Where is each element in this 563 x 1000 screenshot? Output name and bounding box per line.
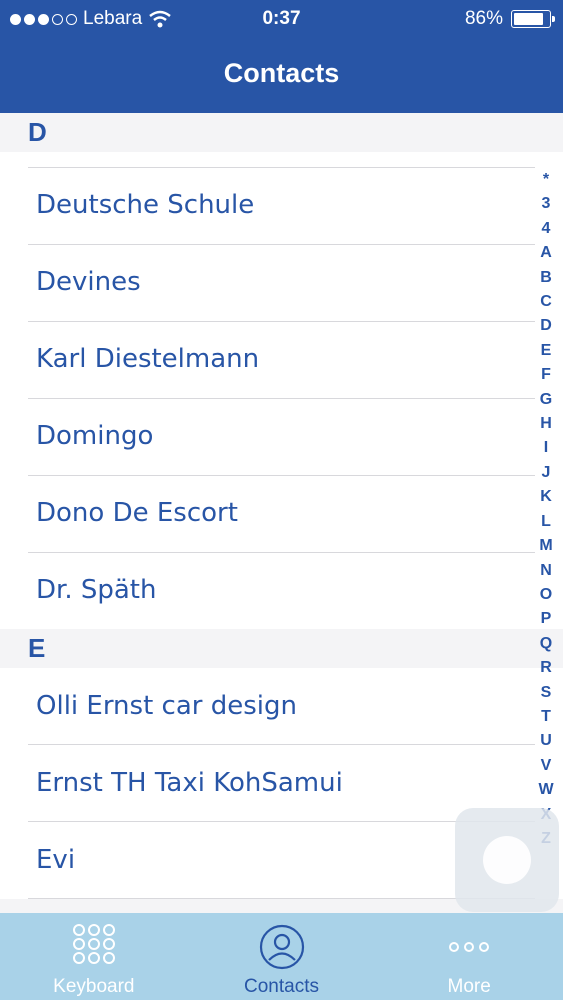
contact-row[interactable]: Karl Diestelmann [0,321,563,398]
tab-bar: Keyboard Contacts More [0,913,563,1000]
index-letter[interactable]: M [535,534,557,558]
index-letter[interactable]: E [535,339,557,363]
index-letter[interactable]: 3 [535,192,557,216]
tab-keyboard[interactable]: Keyboard [0,913,188,1000]
index-letter[interactable]: K [535,485,557,509]
index-letter[interactable]: L [535,510,557,534]
index-letter[interactable]: T [535,705,557,729]
page-title: Contacts [223,58,340,88]
index-letter[interactable]: G [535,388,557,412]
index-letter[interactable]: O [535,583,557,607]
contact-row[interactable]: Dono De Escort [0,475,563,552]
index-letter[interactable]: 4 [535,217,557,241]
tab-contacts[interactable]: Contacts [188,913,376,1000]
battery-icon [511,10,555,28]
index-letter[interactable]: R [535,656,557,680]
contact-row[interactable]: Deutsche Schule [0,167,563,244]
index-letter[interactable]: P [535,607,557,631]
contact-row[interactable]: Devines [0,244,563,321]
index-letter[interactable]: B [535,266,557,290]
contacts-icon [259,924,304,970]
index-letter[interactable]: W [535,778,557,802]
status-bar: Lebara 0:37 86% [0,0,563,36]
index-letter[interactable]: Q [535,632,557,656]
index-letter[interactable]: C [535,290,557,314]
more-icon [449,942,490,952]
index-letter[interactable]: F [535,363,557,387]
index-letter[interactable]: J [535,461,557,485]
battery-percent: 86% [464,8,503,29]
contacts-list[interactable]: D Deutsche Schule Devines Karl Diestelma… [0,113,563,913]
section-header-e: E [0,629,563,668]
index-letter[interactable]: A [535,241,557,265]
section-header-d: D [0,113,563,152]
index-letter[interactable]: V [535,754,557,778]
index-letter[interactable]: * [535,168,557,192]
header: Lebara 0:37 86% Contacts [0,0,563,113]
contact-row[interactable]: Dr. Späth [0,552,563,629]
index-letter[interactable]: N [535,559,557,583]
index-letter[interactable]: D [535,314,557,338]
section-index[interactable]: *34ABCDEFGHIJKLMNOPQRSTUVWXZ [535,168,557,851]
contact-row[interactable]: Olli Ernst car design [0,668,563,745]
keypad-icon [72,924,115,964]
assistive-touch-button[interactable] [455,808,559,912]
assistive-touch-icon [483,836,531,884]
index-letter[interactable]: U [535,729,557,753]
tab-more[interactable]: More [375,913,563,1000]
index-letter[interactable]: I [535,436,557,460]
index-letter[interactable]: H [535,412,557,436]
contact-row[interactable]: Domingo [0,398,563,475]
tab-label: Contacts [244,976,319,997]
tab-label: More [447,976,491,997]
index-letter[interactable]: S [535,681,557,705]
tab-label: Keyboard [53,976,135,997]
